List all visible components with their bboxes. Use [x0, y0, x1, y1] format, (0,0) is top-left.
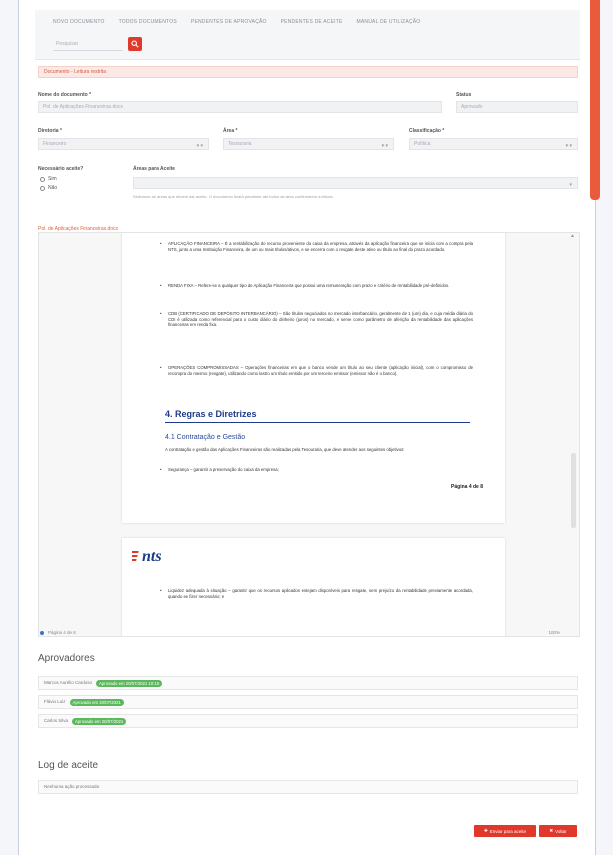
document-page: APLICAÇÃO FINANCEIRA – É a rentabilizaçã…	[122, 233, 505, 523]
doc-name-field[interactable]: Pol. de Aplicações Financeiras.docx	[38, 101, 442, 113]
doc-name-label: Nome do documento *	[38, 92, 92, 98]
approver-row: Marcos Aurélio Cardoso Aprovado em 20/07…	[38, 676, 578, 690]
chevron-down-icon: ▾	[569, 182, 572, 188]
approver-name: Marcos Aurélio Cardoso	[44, 680, 93, 685]
left-margin	[0, 0, 18, 855]
radio-nao-circle[interactable]	[40, 185, 45, 191]
chevron-down-icon: ▾ ▾	[196, 143, 203, 149]
class-select[interactable]: Política ▾ ▾	[409, 138, 578, 150]
diretoria-select[interactable]: Financeiro ▾ ▾	[38, 138, 209, 150]
radio-sim-circle[interactable]	[40, 176, 45, 182]
page-number: Página 4 de 8	[451, 484, 483, 490]
approver-row: Carlos Silva Aprovado em 20/07/2021	[38, 714, 578, 728]
status-badge: Aprovado em 20/07/2021	[72, 717, 127, 725]
nts-logo: nts	[132, 548, 162, 566]
diretoria-value: Financeiro	[43, 141, 67, 147]
tab-novo-documento[interactable]: Novo documento	[53, 19, 105, 25]
document-viewer[interactable]: ▲ APLICAÇÃO FINANCEIRA – É a rentabiliza…	[38, 232, 580, 637]
heading-rule	[165, 422, 470, 423]
status-label: Status	[456, 92, 472, 98]
radio-nao[interactable]: Não	[40, 185, 57, 191]
log-title: Log de aceite	[38, 760, 99, 771]
area-select[interactable]: Tesouraria ▾ ▾	[223, 138, 394, 150]
areas-aceite-select[interactable]: ▾	[133, 177, 578, 189]
doc-heading: 4. Regras e Diretrizes	[165, 409, 257, 419]
search-icon	[131, 40, 139, 48]
approver-name: Flávio Luiz	[44, 699, 66, 704]
back-label: Voltar	[555, 828, 567, 834]
areas-aceite-label: Áreas para Aceite	[133, 166, 176, 172]
document-page: nts Liquidez adequada à situação – garan…	[122, 538, 505, 636]
send-acceptance-label: Enviar para aceite	[489, 828, 527, 834]
doc-subheading: 4.1 Contratação e Gestão	[165, 434, 246, 441]
area-value: Tesouraria	[228, 141, 252, 147]
log-empty-text: Nenhuma ação processada	[44, 784, 100, 789]
doc-bullet: CDB (CERTIFICADO DE DEPÓSITO INTERBANCÁR…	[160, 311, 473, 328]
viewer-toolbar: Página 4 de 8 100%	[38, 630, 580, 640]
top-navigation: Novo documento Todos documentos Pendente…	[35, 10, 580, 60]
search-button[interactable]	[128, 37, 142, 51]
radio-sim[interactable]: Sim	[40, 176, 57, 182]
back-icon: ✖	[549, 828, 554, 833]
viewer-page-indicator: Página 4 de 8	[48, 630, 76, 635]
aprovadores-title: Aprovadores	[38, 653, 95, 664]
tab-manual[interactable]: Manual de utilização	[357, 19, 421, 25]
doc-bullet: RENDA FIXA – Refere-se a qualquer tipo d…	[160, 283, 473, 289]
viewer-logo-icon	[40, 631, 44, 635]
chevron-up-icon[interactable]: ▲	[570, 233, 575, 239]
chevron-down-icon: ▾ ▾	[381, 143, 388, 149]
area-label: Área *	[223, 128, 238, 134]
radio-nao-label: Não	[48, 185, 58, 191]
tab-pendentes-aceite[interactable]: Pendentes de aceite	[281, 19, 343, 25]
doc-bullet: APLICAÇÃO FINANCEIRA – É a rentabilizaçã…	[160, 241, 473, 252]
diretoria-label: Diretoria *	[38, 128, 62, 134]
viewer-scrollbar[interactable]	[571, 453, 576, 528]
status-field: Aprovado	[456, 101, 578, 113]
doc-paragraph: A contratação e gestão das Aplicações Fi…	[165, 447, 405, 452]
status-badge: Aprovado em 20/07/2021	[69, 698, 124, 706]
viewer-zoom[interactable]: 100%	[548, 630, 560, 635]
nts-logo-mark	[132, 551, 139, 561]
doc-bullet: OPERAÇÕES COMPROMISSADAS – Operações fin…	[160, 365, 473, 376]
tab-todos-documentos[interactable]: Todos documentos	[119, 19, 177, 25]
log-row: Nenhuma ação processada	[38, 780, 578, 794]
send-icon: ✚	[483, 828, 488, 833]
class-value: Política	[414, 141, 431, 147]
status-badge: Aprovado em 20/07/2021 10:15	[96, 679, 163, 687]
tab-pendentes-aprovacao[interactable]: Pendentes de aprovação	[191, 19, 267, 25]
nts-logo-text: nts	[142, 548, 162, 565]
send-acceptance-button[interactable]: ✚ Enviar para aceite	[474, 825, 536, 837]
page-scrollbar[interactable]	[590, 0, 600, 200]
chevron-down-icon: ▾ ▾	[565, 143, 572, 149]
approver-row: Flávio Luiz Aprovado em 20/07/2021	[38, 695, 578, 709]
class-label: Classificação *	[409, 128, 445, 134]
approver-name: Carlos Silva	[44, 718, 69, 723]
restriction-alert: Documento - Leitura restrita	[38, 66, 578, 78]
areas-hint: Selecione as áreas que devem dar aceite.…	[133, 194, 334, 199]
search-input[interactable]: Pesquisar	[53, 37, 123, 51]
radio-sim-label: Sim	[48, 176, 57, 182]
doc-bullet: Liquidez adequada à situação – garantir …	[160, 588, 473, 599]
doc-bullet: Segurança – garantir a preservação do ca…	[160, 467, 473, 473]
aceite-label: Necessário aceite?	[38, 166, 84, 172]
back-button[interactable]: ✖ Voltar	[539, 825, 577, 837]
